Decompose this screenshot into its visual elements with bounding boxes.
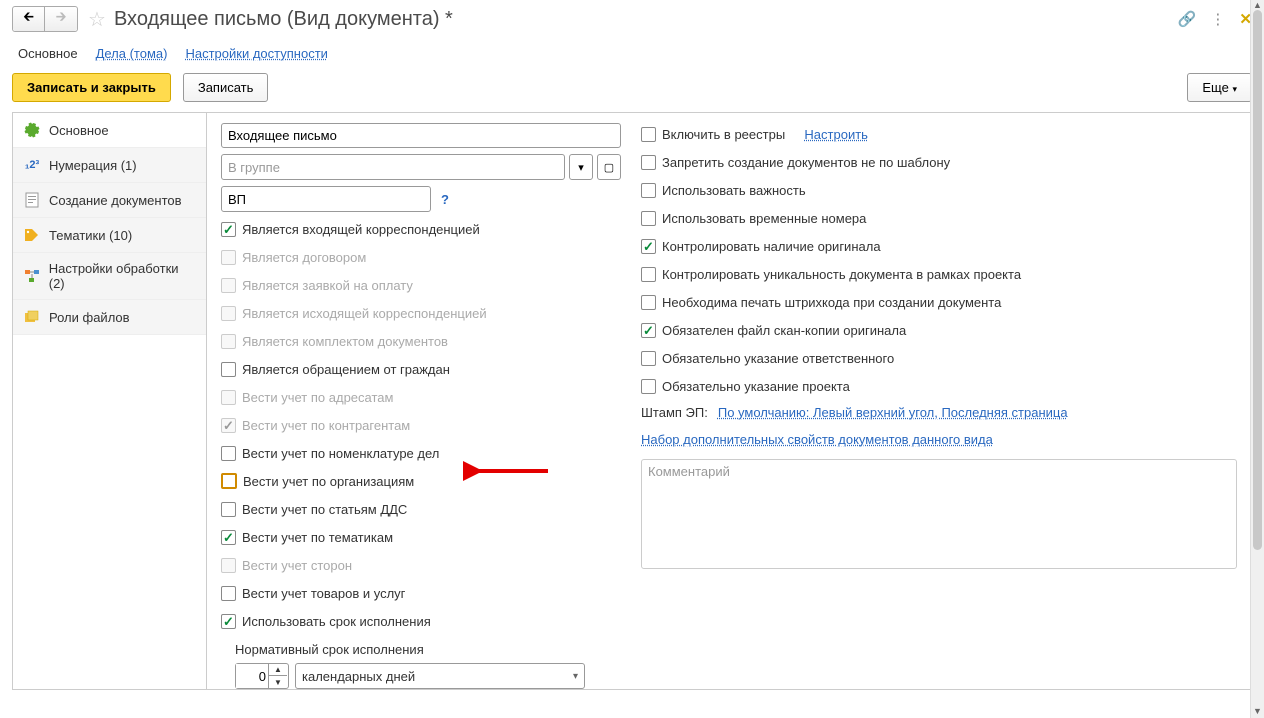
checkbox-topics[interactable] [221,530,236,545]
help-icon[interactable]: ? [441,192,449,207]
checkbox-deadline[interactable] [221,614,236,629]
sidebar-label: Роли файлов [49,310,130,325]
stamp-label: Штамп ЭП: [641,405,708,420]
checkbox-nomenclature[interactable] [221,446,236,461]
deadline-unit-select[interactable]: календарных дней ▾ [295,663,585,689]
checkbox-citizen-appeal[interactable] [221,362,236,377]
spin-up[interactable]: ▲ [269,664,287,676]
checkbox-addressees [221,390,236,405]
document-icon [23,191,41,209]
flow-icon [23,267,41,285]
sidebar-item-file-roles[interactable]: Роли файлов [13,300,206,335]
code-input[interactable] [221,186,431,212]
checkbox-project[interactable] [641,379,656,394]
files-icon [23,308,41,326]
sidebar-item-processing[interactable]: Настройки обработки (2) [13,253,206,300]
checkbox-template-only[interactable] [641,155,656,170]
menu-dots-icon[interactable]: ⋮ [1210,10,1225,28]
checkbox-goods[interactable] [221,586,236,601]
norm-deadline-label: Нормативный срок исполнения [235,642,621,657]
checkbox-doc-set [221,334,236,349]
sidebar-label: Нумерация (1) [49,158,137,173]
checkbox-barcode[interactable] [641,295,656,310]
numbering-icon: ₁2³ [23,156,41,174]
checkbox-dds[interactable] [221,502,236,517]
checkbox-responsible[interactable] [641,351,656,366]
checkbox-temp-numbers[interactable] [641,211,656,226]
gear-icon [23,121,41,139]
page-scrollbar[interactable]: ▲ ▼ [1250,0,1264,718]
group-open-button[interactable]: ▢ [597,154,621,180]
checkbox-importance[interactable] [641,183,656,198]
sidebar-item-topics[interactable]: Тематики (10) [13,218,206,253]
tab-access[interactable]: Настройки доступности [185,46,327,61]
scroll-down-arrow[interactable]: ▼ [1251,706,1264,718]
tag-icon [23,226,41,244]
group-input[interactable] [221,154,565,180]
tab-cases[interactable]: Дела (тома) [96,46,168,61]
sidebar-label: Настройки обработки (2) [49,261,196,291]
sidebar-item-main[interactable]: Основное [13,113,206,148]
checkbox-scan-required[interactable] [641,323,656,338]
sidebar-label: Создание документов [49,193,182,208]
name-input[interactable] [221,123,621,148]
more-button[interactable]: Еще ▾ [1187,73,1252,102]
sidebar-item-numbering[interactable]: ₁2³ Нумерация (1) [13,148,206,183]
deadline-value[interactable] [236,664,268,688]
checkbox-incoming[interactable] [221,222,236,237]
save-close-button[interactable]: Записать и закрыть [12,73,171,102]
nav-forward-button[interactable]: 🡲 [45,7,77,31]
configure-registries-link[interactable]: Настроить [804,127,868,142]
checkbox-uniqueness[interactable] [641,267,656,282]
nav-back-button[interactable]: 🡰 [13,7,45,31]
chevron-down-icon: ▾ [573,671,578,682]
checkbox-contractors [221,418,236,433]
checkbox-organizations[interactable] [221,473,237,489]
checkbox-contract [221,250,236,265]
stamp-link[interactable]: По умолчанию: Левый верхний угол, Послед… [718,405,1068,420]
deadline-spinner[interactable]: ▲▼ [235,663,289,689]
window-title: Входящее письмо (Вид документа) * [114,8,453,31]
checkbox-original-control[interactable] [641,239,656,254]
spin-down[interactable]: ▼ [269,676,287,688]
favorite-star-icon[interactable]: ☆ [88,7,106,32]
sidebar-label: Тематики (10) [49,228,132,243]
sidebar-item-create-docs[interactable]: Создание документов [13,183,206,218]
sidebar-label: Основное [49,123,109,138]
comment-textarea[interactable] [641,459,1237,569]
link-icon[interactable]: 🔗 [1178,10,1197,28]
checkbox-registries[interactable] [641,127,656,142]
group-dropdown-button[interactable]: ▾ [569,154,593,180]
checkbox-payment-request [221,278,236,293]
save-button[interactable]: Записать [183,73,269,102]
extra-props-link[interactable]: Набор дополнительных свойств документов … [641,432,993,447]
checkbox-outgoing [221,306,236,321]
scroll-thumb[interactable] [1253,10,1262,550]
checkbox-parties [221,558,236,573]
tab-main[interactable]: Основное [18,46,78,61]
